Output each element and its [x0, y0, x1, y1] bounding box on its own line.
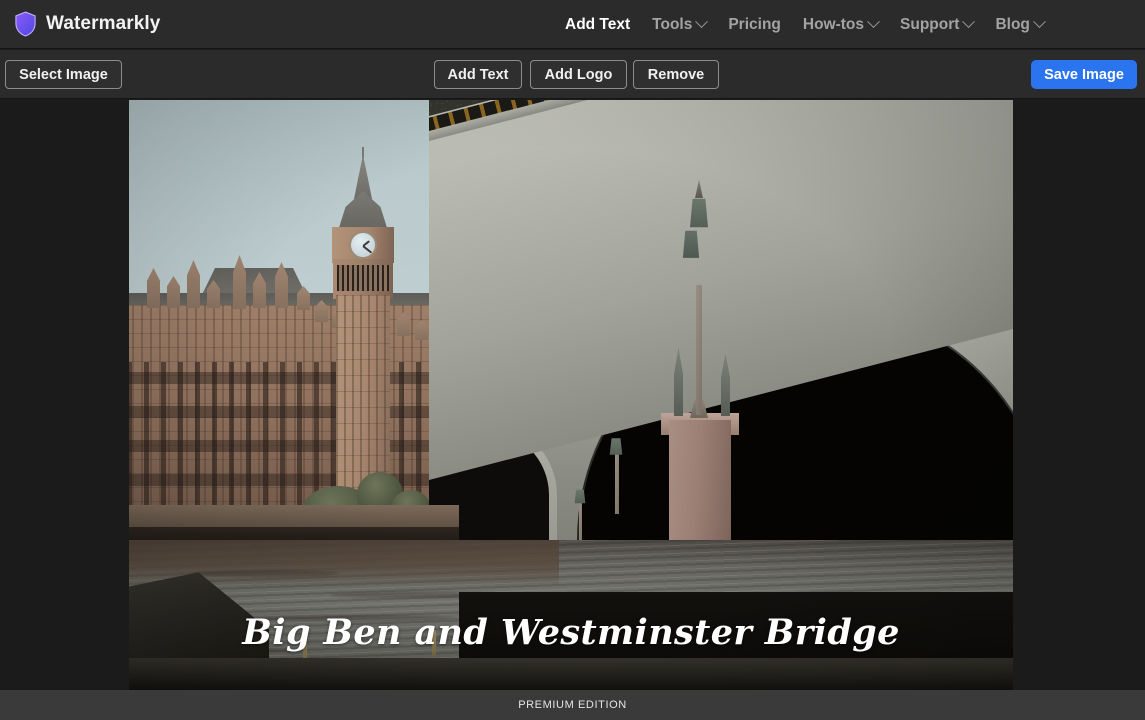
- nav-item-pricing[interactable]: Pricing: [728, 16, 781, 34]
- nav-item-tools[interactable]: Tools: [652, 15, 709, 34]
- shield-icon: [14, 11, 37, 37]
- tower-roof: [338, 191, 388, 231]
- nav-label: Support: [900, 15, 960, 33]
- editor-toolbar: Select Image Add Text Add Logo Remove Sa…: [0, 50, 1145, 99]
- nav-label: Add Text: [565, 15, 631, 33]
- remove-button[interactable]: Remove: [633, 60, 719, 89]
- nav-label: How-tos: [802, 15, 865, 33]
- nav-item-how-tos[interactable]: How-tos: [802, 15, 880, 34]
- foreground-bank: [129, 658, 1013, 690]
- select-image-button[interactable]: Select Image: [5, 60, 122, 89]
- clock-minute-hand: [362, 245, 373, 254]
- brand-logo[interactable]: Watermarkly: [0, 11, 160, 37]
- chevron-down-icon: [695, 15, 709, 29]
- main-nav: Add Text Tools Pricing How-tos Support B…: [565, 0, 1046, 49]
- brand-name: Watermarkly: [46, 13, 161, 34]
- edition-label: PREMIUM EDITION: [518, 699, 627, 711]
- watermark-text[interactable]: Big Ben and Westminster Bridge: [129, 612, 1013, 653]
- editor-canvas[interactable]: Big Ben and Westminster Bridge: [0, 100, 1145, 690]
- distant-lamp-column: [615, 452, 619, 514]
- chevron-down-icon: [867, 15, 880, 29]
- add-logo-button[interactable]: Add Logo: [530, 60, 627, 89]
- photo-preview[interactable]: Big Ben and Westminster Bridge: [129, 100, 1013, 690]
- nav-label: Tools: [652, 15, 693, 33]
- nav-label: Blog: [995, 15, 1030, 33]
- water-ripple: [189, 570, 339, 577]
- nav-label: Pricing: [728, 15, 781, 33]
- lamp-column: [696, 285, 702, 415]
- nav-item-support[interactable]: Support: [900, 15, 976, 34]
- clock-face: [349, 231, 377, 259]
- nav-item-add-text[interactable]: Add Text: [565, 16, 630, 34]
- tower-belfry-louvres: [337, 265, 389, 291]
- chevron-down-icon: [962, 15, 976, 29]
- add-text-button[interactable]: Add Text: [434, 60, 522, 89]
- footer-bar: PREMIUM EDITION: [0, 690, 1145, 720]
- site-header: Watermarkly Add Text Tools Pricing How-t…: [0, 0, 1145, 49]
- save-image-button[interactable]: Save Image: [1031, 60, 1137, 89]
- palace-windows: [129, 362, 453, 512]
- chevron-down-icon: [1033, 15, 1046, 29]
- nav-item-blog[interactable]: Blog: [995, 15, 1046, 34]
